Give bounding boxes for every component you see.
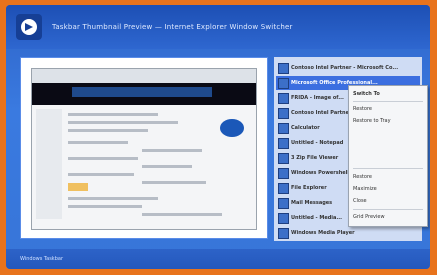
- menu-separator: [353, 101, 423, 102]
- title-bar: Taskbar Thumbnail Preview — Internet Exp…: [6, 5, 430, 49]
- text-line: [68, 205, 142, 208]
- intel-logo-icon: [220, 119, 244, 137]
- window-icon: [278, 123, 289, 134]
- menu-item-maximize[interactable]: Maximize: [353, 184, 423, 194]
- highlight-note: [68, 183, 88, 191]
- text-line: [68, 173, 134, 176]
- browser-left-nav: [36, 109, 62, 219]
- window-icon: [278, 183, 289, 194]
- banner-highlight: [72, 87, 212, 97]
- window-icon: [278, 138, 289, 149]
- window-icon: [278, 213, 289, 224]
- browser-screenshot: [31, 68, 257, 230]
- window-icon: [278, 78, 289, 89]
- text-line: [68, 113, 158, 116]
- text-line: [142, 149, 202, 152]
- app-logo-icon: [16, 14, 42, 40]
- text-line: [68, 121, 178, 124]
- text-line: [68, 141, 128, 144]
- status-bar: Windows Taskbar: [6, 249, 430, 269]
- text-line: [68, 157, 138, 160]
- text-line: [142, 165, 192, 168]
- outer-frame: Taskbar Thumbnail Preview — Internet Exp…: [0, 0, 437, 275]
- menu-item-disabled: [353, 154, 423, 164]
- window-icon: [278, 63, 289, 74]
- app-window: Taskbar Thumbnail Preview — Internet Exp…: [6, 5, 430, 269]
- text-line: [68, 197, 158, 200]
- list-item[interactable]: Contoso Intel Partner - Microsoft Co...: [276, 61, 420, 75]
- text-line: [142, 213, 222, 216]
- window-icon: [278, 108, 289, 119]
- context-menu: Switch To Restore Restore to Tray Restor…: [348, 85, 428, 227]
- window-icon: [278, 198, 289, 209]
- menu-item-switch-to[interactable]: Switch To: [353, 89, 423, 99]
- window-icon: [278, 168, 289, 179]
- thumbnail-preview[interactable]: [20, 57, 268, 239]
- window-icon: [278, 93, 289, 104]
- browser-banner: [32, 83, 256, 105]
- menu-item-restore-to-tray[interactable]: Restore to Tray: [353, 116, 423, 126]
- window-title: Taskbar Thumbnail Preview — Internet Exp…: [52, 23, 293, 31]
- text-line: [142, 181, 206, 184]
- window-icon: [278, 153, 289, 164]
- menu-item-restore[interactable]: Restore: [353, 104, 423, 114]
- menu-item-disabled: [353, 130, 423, 140]
- window-icon: [278, 228, 289, 239]
- menu-item-disabled: [353, 142, 423, 152]
- menu-item-close[interactable]: Close: [353, 196, 423, 206]
- menu-item-grid-preview[interactable]: Grid Preview: [353, 212, 423, 222]
- menu-separator: [353, 209, 423, 210]
- status-text: Windows Taskbar: [20, 256, 63, 262]
- menu-separator: [353, 168, 423, 169]
- text-line: [68, 129, 148, 132]
- browser-toolbar: [32, 69, 256, 83]
- menu-item-restore-2[interactable]: Restore: [353, 172, 423, 182]
- list-item[interactable]: Windows Media Player: [276, 226, 420, 240]
